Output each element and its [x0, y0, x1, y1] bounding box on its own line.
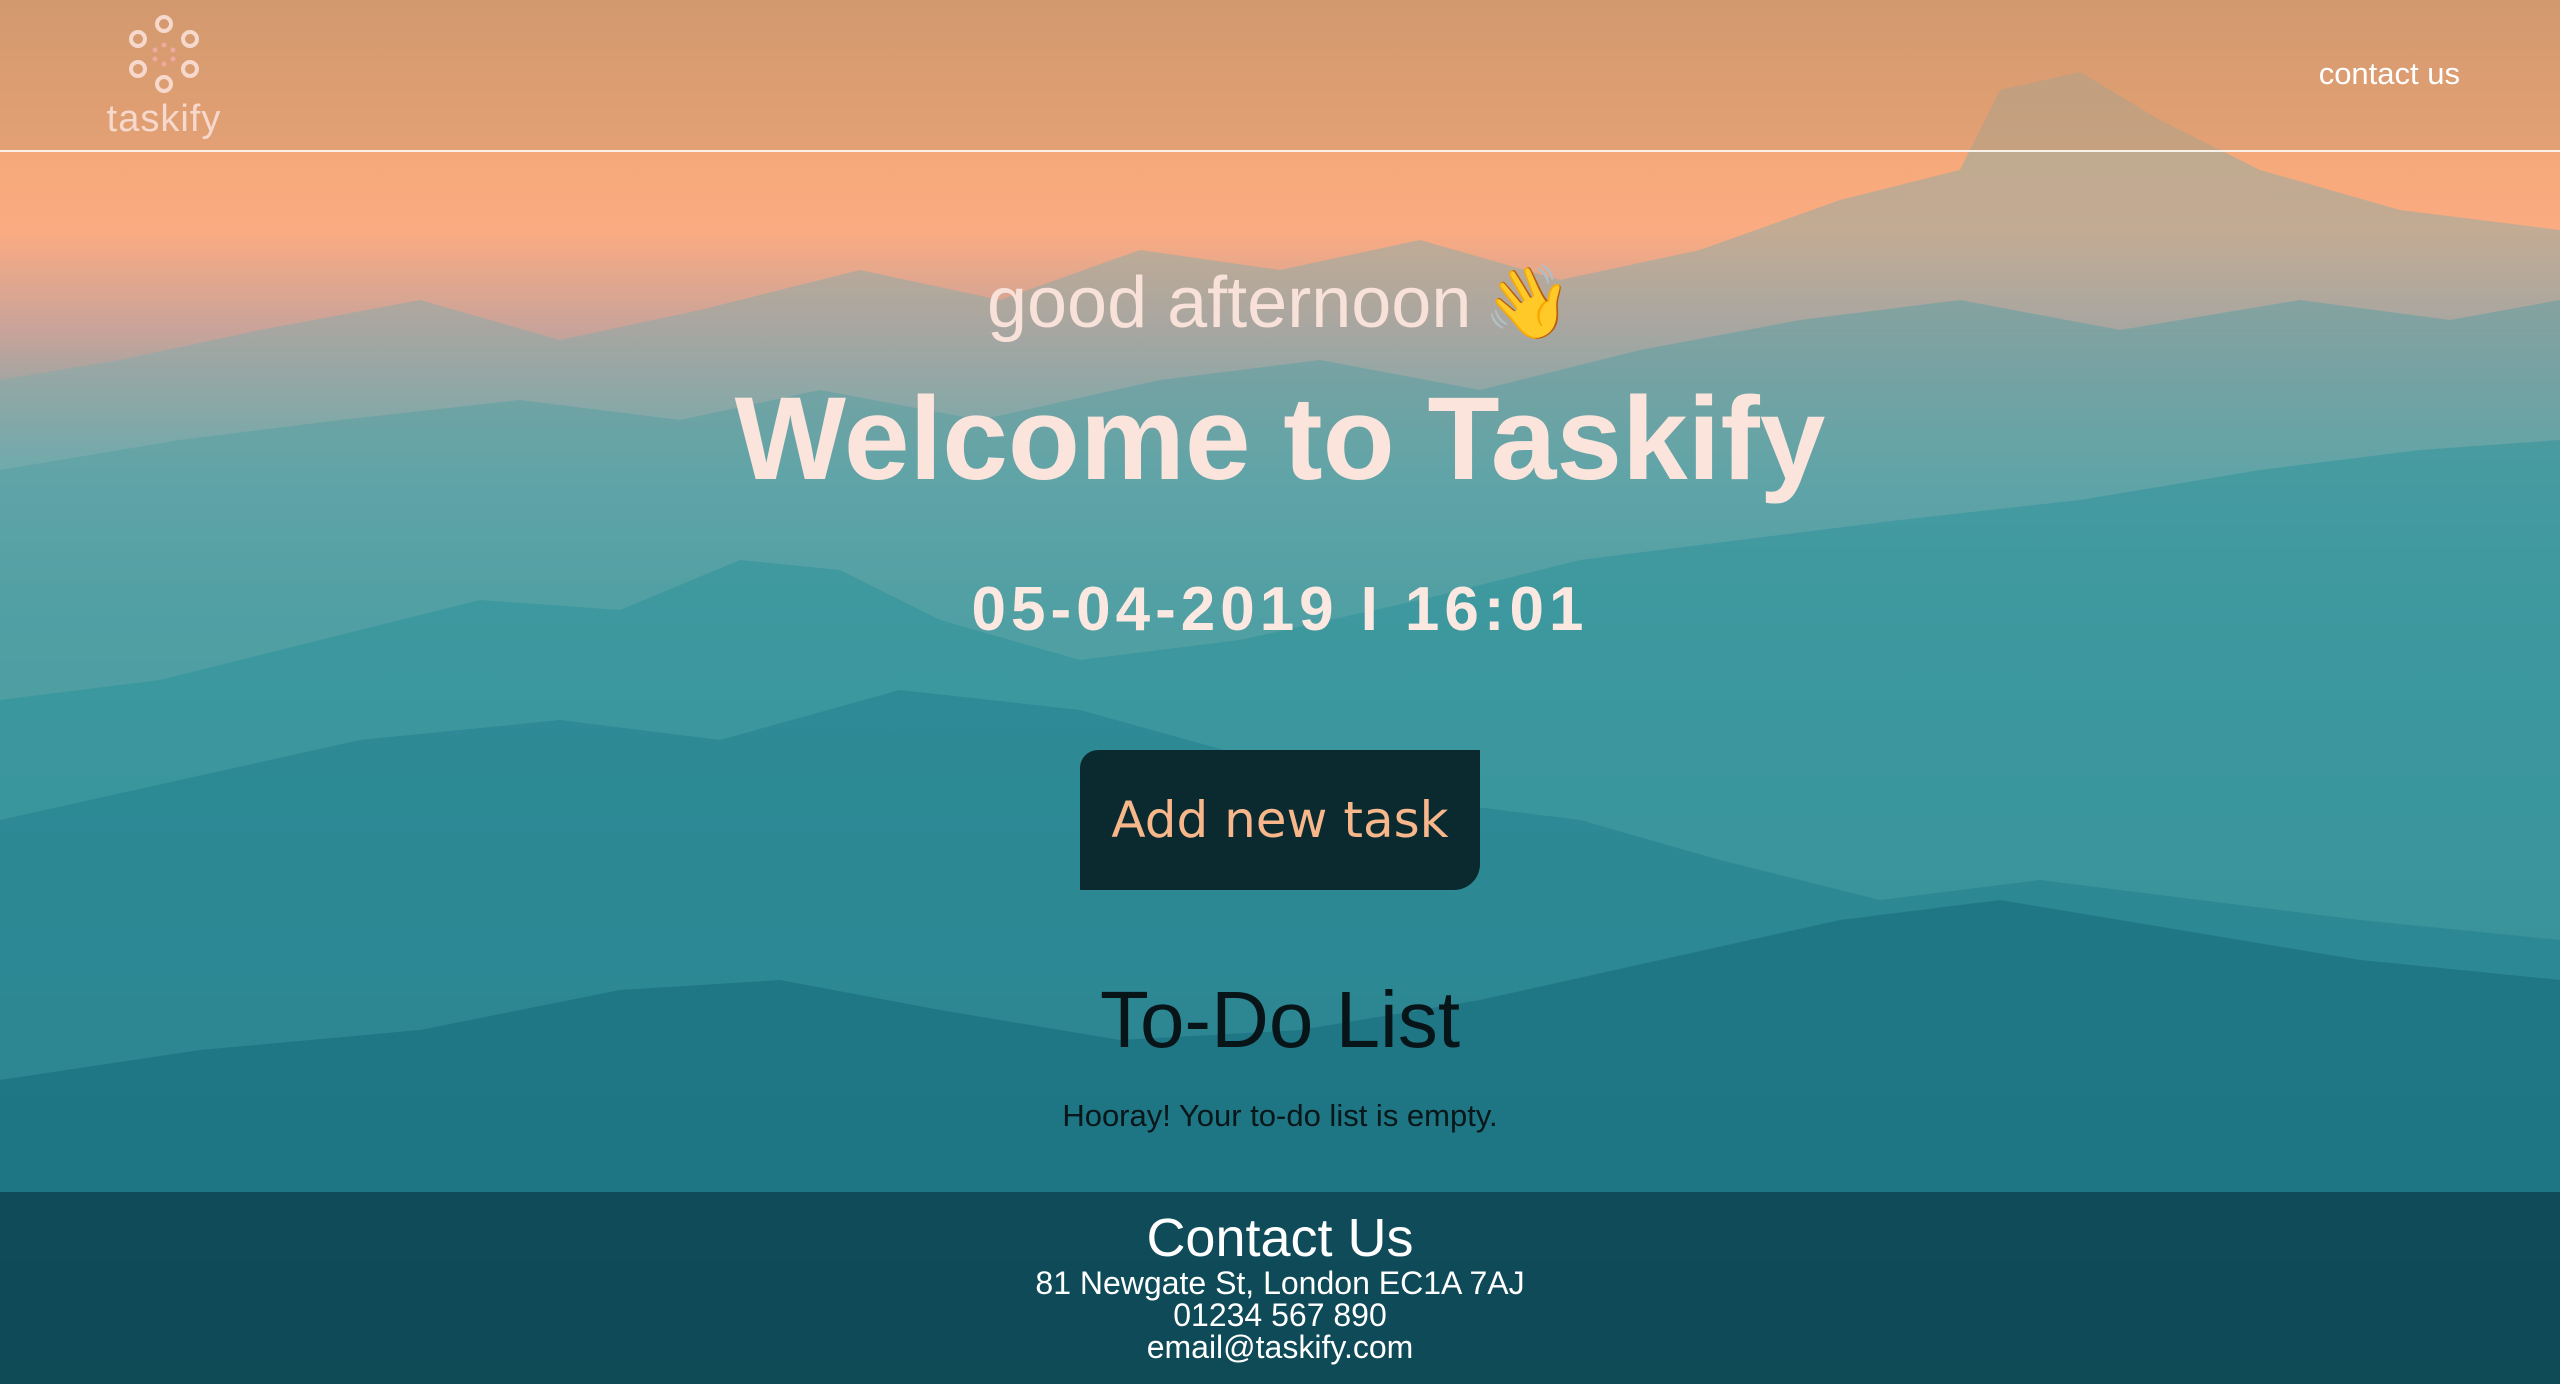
logo-wordmark: taskify: [106, 98, 222, 140]
greeting-text: good afternoon 👋: [0, 258, 2560, 347]
current-time: 16:01: [1404, 575, 1589, 644]
date-time-display: 05-04-2019 I 16:01: [0, 572, 2560, 648]
add-new-task-button[interactable]: Add new task: [1080, 750, 1480, 890]
taskify-logo[interactable]: taskify: [98, 14, 230, 140]
todo-list-heading: To-Do List: [1099, 975, 1461, 1064]
mountain-landscape-background: [0, 72, 2560, 1384]
greeting-label: good afternoon: [986, 263, 1472, 343]
logo-dots-icon: [129, 15, 199, 93]
footer-heading: Contact Us: [1146, 1208, 1414, 1268]
contact-footer: Contact Us 81 Newgate St, London EC1A 7A…: [0, 1192, 2560, 1384]
page-title: Welcome to Taskify: [734, 373, 1826, 505]
footer-phone: 01234 567 890: [1173, 1297, 1387, 1333]
top-header-bar: taskify contact us: [0, 0, 2560, 152]
footer-email[interactable]: email@taskify.com: [0, 1330, 2560, 1364]
footer-address: 81 Newgate St, London EC1A 7AJ: [1035, 1265, 1525, 1301]
waving-hand-icon: 👋: [1483, 260, 1574, 344]
page-background: taskify contact us good afternoon 👋 Welco…: [0, 0, 2560, 1384]
todo-empty-message: Hooray! Your to-do list is empty.: [1062, 1098, 1498, 1133]
date-time-separator: I: [1360, 575, 1383, 644]
current-date: 05-04-2019: [971, 575, 1339, 644]
contact-us-link[interactable]: contact us: [2319, 56, 2460, 92]
